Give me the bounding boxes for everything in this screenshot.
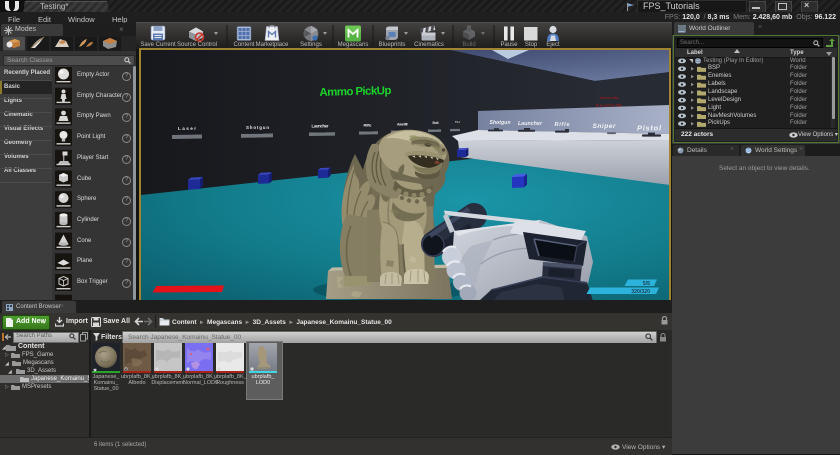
svg-text:Pistol: Pistol [637,124,662,133]
svg-text:Laser: Laser [178,126,196,131]
svg-text:Rifle: Rifle [555,122,570,128]
svg-text:Asw Mfr: Asw Mfr [397,123,409,127]
svg-text:Ammo PickUp: Ammo PickUp [319,85,391,99]
svg-text:Ammo rifle: Ammo rifle [599,95,619,100]
svg-text:320/320: 320/320 [631,289,650,295]
svg-text:5/5: 5/5 [643,281,650,287]
svg-text:Shotgun: Shotgun [490,120,511,126]
svg-text:Sniper: Sniper [593,123,616,130]
svg-text:Launcher: Launcher [312,124,329,129]
svg-text:Bolt: Bolt [433,121,440,125]
svg-text:Tsr: Tsr [455,120,461,124]
svg-text:Shotgun: Shotgun [246,125,269,130]
svg-text:Launcher: Launcher [518,121,543,127]
svg-text:Rifle: Rifle [364,123,373,128]
svg-text:Buy ammo rifle: Buy ammo rifle [596,103,623,108]
